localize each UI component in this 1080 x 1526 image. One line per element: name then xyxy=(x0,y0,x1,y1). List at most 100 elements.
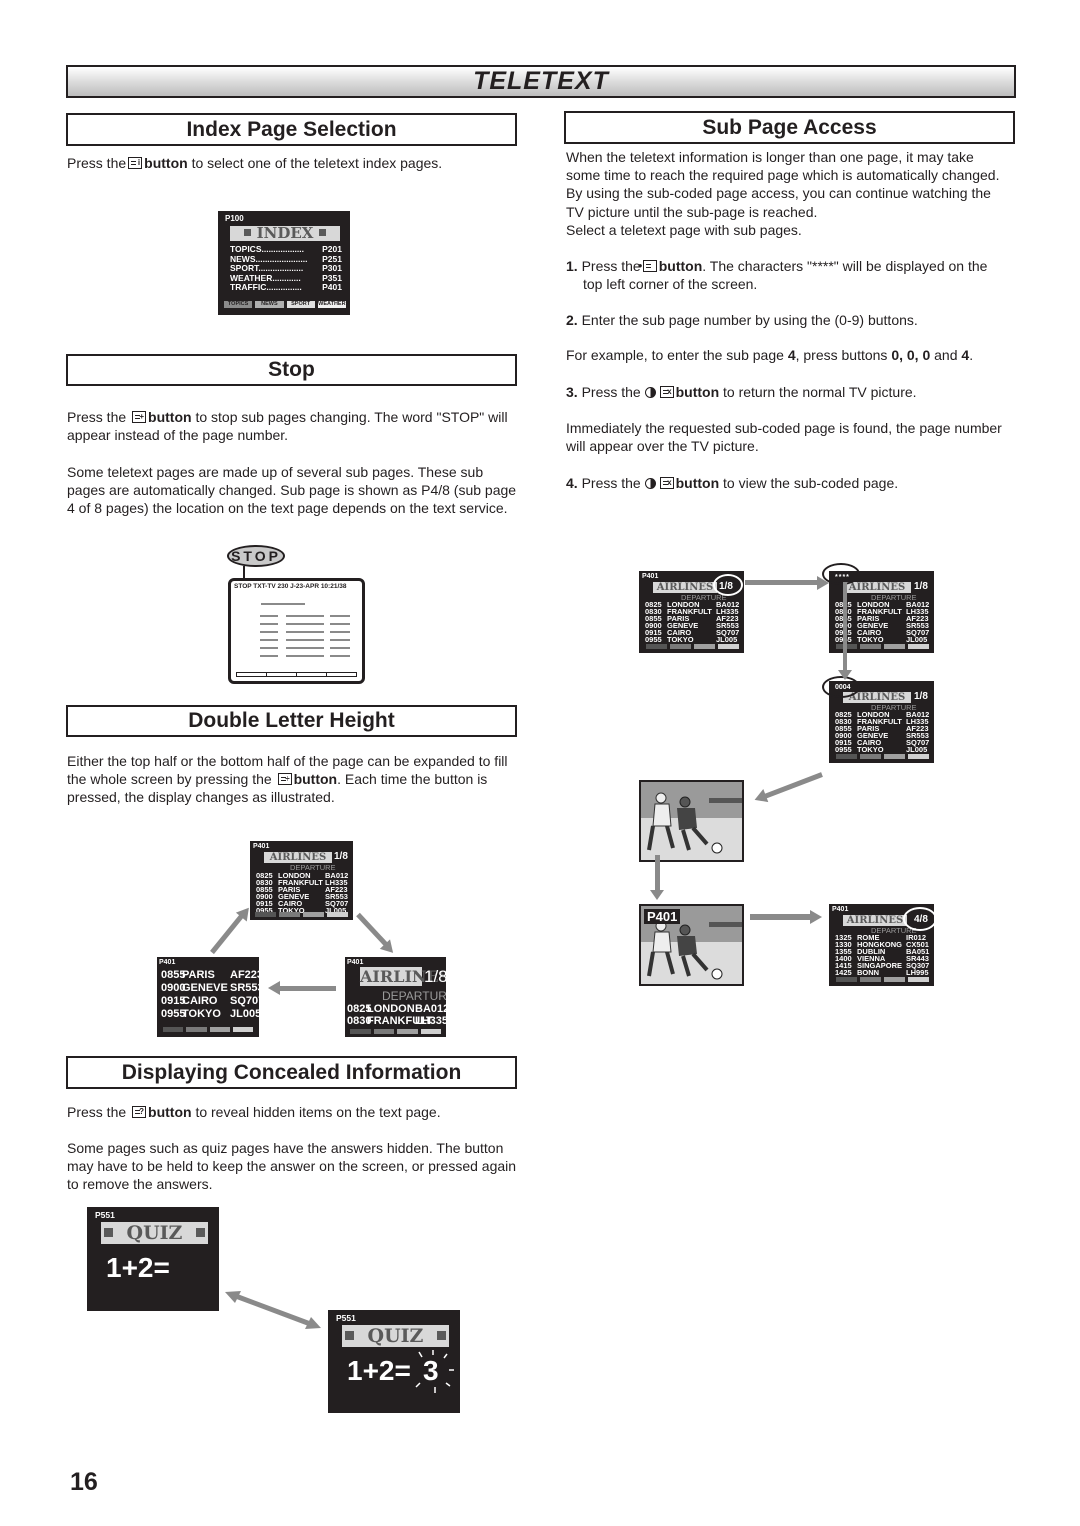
fastext-key xyxy=(209,1027,230,1032)
destination: BONN xyxy=(857,968,880,977)
arrow-left xyxy=(278,986,336,991)
flight-code: BA012 xyxy=(415,1003,446,1015)
text-line xyxy=(330,615,350,617)
step-1: 1. Press the ● button. The characters "***… xyxy=(566,258,988,293)
index-teletext-screen: P100 INDEX TOPICS.................. P201 N… xyxy=(218,211,350,315)
fastext-key xyxy=(327,912,348,917)
quiz-banner: QUIZ xyxy=(342,1325,449,1347)
index-entry: TRAFFIC............... P401 xyxy=(230,283,342,293)
destination: TOKYO xyxy=(857,745,884,754)
fastext-key xyxy=(373,1029,394,1034)
fastext-key: SPORT xyxy=(286,301,315,308)
section-heading-double-height: Double Letter Height xyxy=(66,705,517,737)
text-line xyxy=(330,631,350,633)
example-text: For example, to enter the sub page 4, pr… xyxy=(566,347,974,363)
section-heading-stop: Stop xyxy=(66,354,517,386)
double-top-half-screen: P401 AIRLINES 1/8 DEPARTURE 0825LONDONBA… xyxy=(345,957,446,1037)
double-height-instructions: Either the top half or the bottom half o… xyxy=(67,753,508,806)
subpage-intro: When the teletext information is longer … xyxy=(566,149,1000,220)
departure-time: 0955 xyxy=(645,635,662,644)
subpage-indicator: 1/8 xyxy=(424,967,446,986)
airlines-banner: AIRLINES xyxy=(264,852,332,863)
fastext-key: NEWS xyxy=(255,301,284,308)
index-entry: TOPICS.................. P201 xyxy=(230,245,342,255)
stop-subpage-explanation: Some teletext pages are made up of sever… xyxy=(67,464,517,517)
airlines-banner: AIRLINES xyxy=(360,967,446,986)
airlines-banner: AIRLINES xyxy=(653,582,717,593)
text-line xyxy=(260,655,278,657)
destination: GENEVE xyxy=(182,982,228,994)
stop-instructions: Press the + button to stop sub pages chan… xyxy=(67,409,508,444)
destination: TOKYO xyxy=(667,635,694,644)
half-circle-icon xyxy=(644,478,656,489)
fastext-key xyxy=(350,1029,371,1034)
subpage-select: Select a teletext page with sub pages. xyxy=(566,222,802,238)
destination: PARIS xyxy=(182,969,215,981)
fastext-key xyxy=(860,977,881,982)
highlight-circle xyxy=(713,574,743,596)
index-entry: SPORT................... P301 xyxy=(230,264,342,274)
departure-time: 0955 xyxy=(835,745,852,754)
text-line xyxy=(330,647,350,649)
fastext-key xyxy=(836,754,857,759)
index-entry-page: P401 xyxy=(322,283,342,292)
exit-button-icon: x xyxy=(659,477,674,489)
destination: LONDON xyxy=(367,1003,415,1015)
hold-button-icon: + xyxy=(132,411,147,423)
flight-code: LH335 xyxy=(415,1015,446,1027)
airlines-banner: AIRLINES xyxy=(843,582,911,593)
index-instructions: Press the i button to select one of the te… xyxy=(67,155,443,171)
text-line xyxy=(286,631,324,633)
index-entry: NEWS...................... P251 xyxy=(230,255,342,265)
quiz-banner: QUIZ xyxy=(101,1222,208,1244)
step-3: 3. Press the x button to return the norma… xyxy=(566,384,917,400)
arrow-head xyxy=(838,670,852,680)
fastext-key xyxy=(908,754,929,759)
step-4: 4. Press the x button to view the sub-cod… xyxy=(566,475,899,491)
index-entry-label: WEATHER............ xyxy=(230,273,301,283)
index-button-icon: i xyxy=(128,157,143,169)
fastext-key xyxy=(420,1029,441,1034)
page-number-overlay: P401 xyxy=(644,909,681,924)
fastext-key xyxy=(884,977,905,982)
text-line xyxy=(330,623,350,625)
text-line xyxy=(286,647,324,649)
flight-code: JL005 xyxy=(906,745,928,754)
section-heading-index: Index Page Selection xyxy=(66,113,517,146)
index-entry-page: P251 xyxy=(322,254,342,264)
double-normal-screen: P401 AIRLINES 1/8 DEPARTURE 0825 LONDON BA… xyxy=(250,841,353,920)
destination: TOKYO xyxy=(182,1008,221,1020)
arrow-down-right xyxy=(356,912,389,947)
arrow-down-b-to-c xyxy=(843,582,847,674)
text-line xyxy=(260,631,278,633)
arrow-right-a-to-b xyxy=(745,580,819,585)
subpage-indicator: 1/8 xyxy=(914,581,928,592)
index-entry-label: NEWS...................... xyxy=(230,254,308,264)
page-number-label: P100 xyxy=(225,214,244,223)
exit-button-icon: x xyxy=(659,386,674,398)
text-line xyxy=(286,623,324,625)
fastext-key xyxy=(908,977,929,982)
quiz-question: 1+2= xyxy=(347,1355,411,1386)
flight-code: JL005 xyxy=(906,635,928,644)
quiz-hidden-screen: P551 QUIZ 1+2= xyxy=(87,1207,219,1311)
flight-code: JL005 xyxy=(230,1008,259,1020)
half-circle-icon xyxy=(644,387,656,398)
index-entry-label: TRAFFIC............... xyxy=(230,283,302,292)
tv-picture-with-page-number: P401 xyxy=(639,904,744,986)
fastext-key xyxy=(670,644,691,649)
football-players-illustration xyxy=(641,782,742,860)
text-line xyxy=(286,615,324,617)
toggle-double-arrow xyxy=(225,1291,325,1329)
subpage-indicator: 1/8 xyxy=(334,851,348,862)
flight-code: AF223 xyxy=(230,969,259,981)
sparkle-icon xyxy=(415,1350,454,1393)
fastext-key xyxy=(884,754,905,759)
fastext-key xyxy=(836,977,857,982)
page-title: TELETEXT xyxy=(66,65,1016,98)
index-entry-label: TOPICS.................. xyxy=(230,245,304,254)
destination: CAIRO xyxy=(182,995,218,1007)
stop-screen-header: STOP TXT-TV 230 J-23-APR 10:21/38 xyxy=(234,583,347,590)
text-line xyxy=(286,639,324,641)
found-explanation: Immediately the requested sub-coded page… xyxy=(566,420,1002,455)
